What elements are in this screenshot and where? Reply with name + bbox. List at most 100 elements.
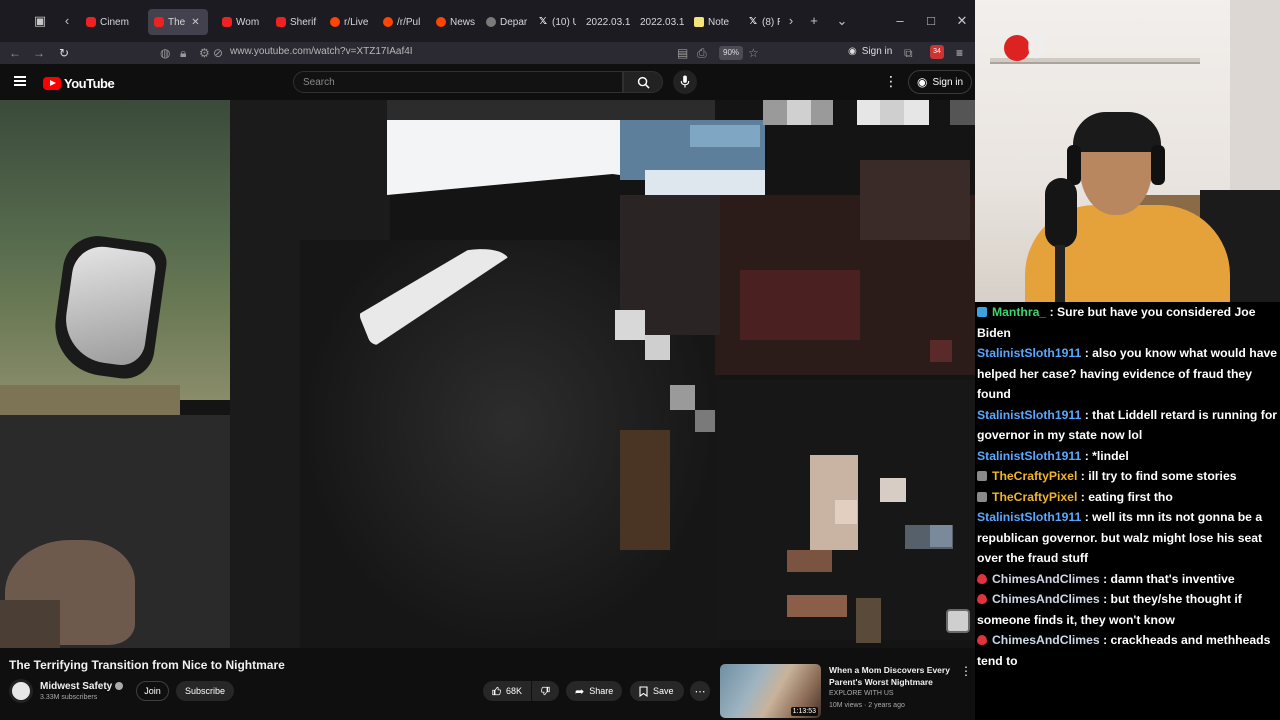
youtube-logo[interactable]: YouTube: [43, 76, 115, 91]
tab-list-icon[interactable]: ⌄: [833, 12, 851, 30]
extension-badge[interactable]: 34: [930, 45, 944, 59]
reader-view-icon[interactable]: ▤: [677, 45, 688, 61]
minimize-icon[interactable]: –: [891, 12, 909, 30]
more-horizontal-icon: ⋯: [694, 685, 706, 698]
lock-icon[interactable]: 🔒︎: [180, 45, 186, 61]
chat-username[interactable]: ChimesAndClimes: [992, 572, 1100, 586]
forward-icon[interactable]: →: [33, 45, 45, 61]
extensions-icon[interactable]: ⧉: [904, 45, 913, 61]
tab-2[interactable]: Wom: [216, 9, 266, 35]
tab-label: Cinem: [100, 16, 129, 28]
channel-avatar[interactable]: [9, 679, 33, 703]
share-icon: ➦: [575, 685, 585, 698]
maximize-icon[interactable]: □: [922, 12, 940, 30]
chat-separator: :: [1099, 592, 1111, 606]
thumbs-down-icon: [541, 686, 550, 696]
chat-panel: Manthra_ : Sure but have you considered …: [975, 302, 1280, 720]
tab-9[interactable]: 2022.03.1: [580, 9, 630, 35]
close-window-icon[interactable]: ✕: [953, 12, 971, 30]
chat-username[interactable]: ChimesAndClimes: [992, 633, 1100, 647]
tab-5[interactable]: /r/Pul: [377, 9, 427, 35]
chat-username[interactable]: StalinistSloth1911: [977, 449, 1081, 463]
x-icon: 𝕏: [538, 16, 548, 27]
youtube-header: YouTube ⋮ ◉ Sign in: [0, 64, 975, 100]
share-button[interactable]: ➦ Share: [566, 681, 622, 701]
tab-10[interactable]: 2022.03.1: [634, 9, 684, 35]
chat-message: ChimesAndClimes : damn that's inventive: [977, 569, 1278, 590]
tab-6[interactable]: News: [430, 9, 476, 35]
save-label: Save: [653, 686, 674, 696]
badge-icon: [977, 471, 987, 481]
permissions-icon[interactable]: ⚙: [199, 45, 210, 61]
chat-username[interactable]: StalinistSloth1911: [977, 346, 1081, 360]
chat-text: ill try to find some stories: [1088, 469, 1237, 483]
chat-username[interactable]: StalinistSloth1911: [977, 510, 1081, 524]
subscribe-button[interactable]: Subscribe: [176, 681, 234, 701]
verified-icon: [115, 682, 124, 691]
channel-watermark-icon[interactable]: [946, 609, 970, 633]
note-icon: [694, 17, 704, 27]
chat-username[interactable]: Manthra_: [992, 305, 1046, 319]
chevron-left-icon[interactable]: ‹: [58, 12, 76, 30]
join-button[interactable]: Join: [136, 681, 169, 701]
menu-icon[interactable]: ≡: [956, 45, 963, 61]
like-button[interactable]: 68K: [483, 681, 531, 701]
youtube-play-icon: [43, 77, 61, 90]
chat-username[interactable]: StalinistSloth1911: [977, 408, 1081, 422]
recommended-thumbnail[interactable]: 1:13:53: [720, 664, 821, 718]
tab-7[interactable]: Depar: [480, 9, 528, 35]
chat-username[interactable]: TheCraftyPixel: [992, 469, 1077, 483]
back-icon[interactable]: ←: [9, 45, 21, 61]
url-bar[interactable]: www.youtube.com/watch?v=XTZ17IAaf4I: [230, 46, 413, 57]
tab-4[interactable]: r/Live: [324, 9, 374, 35]
tab-3[interactable]: Sherif: [270, 9, 320, 35]
recommended-more-icon[interactable]: ⋮: [960, 664, 972, 678]
stream-overlay: 0 Manthra_ : Sure but have you considere…: [975, 0, 1280, 720]
chat-separator: :: [1081, 407, 1093, 422]
chat-username[interactable]: ChimesAndClimes: [992, 592, 1100, 606]
tab-12[interactable]: 𝕏 (8) Re: [742, 9, 780, 35]
reload-icon[interactable]: ↻: [59, 45, 69, 61]
account-signin[interactable]: ◉ Sign in: [848, 46, 892, 57]
zoom-level[interactable]: 90%: [719, 46, 744, 60]
screenshot-icon[interactable]: ⎙: [697, 45, 707, 61]
search-field[interactable]: [293, 71, 623, 93]
thumbs-up-icon: [492, 686, 501, 696]
save-button[interactable]: Save: [630, 681, 684, 701]
tab-11[interactable]: Note: [688, 9, 738, 35]
search-button[interactable]: [623, 71, 663, 93]
shield-icon[interactable]: ◍: [160, 45, 170, 61]
recommended-title[interactable]: When a Mom Discovers Every Parent's Wors…: [829, 664, 959, 688]
chat-text: *lindel: [1092, 448, 1129, 463]
youtube-icon: [86, 17, 96, 27]
chat-username[interactable]: TheCraftyPixel: [992, 490, 1077, 504]
hamburger-menu-icon[interactable]: [14, 76, 26, 86]
search-input[interactable]: [294, 72, 622, 93]
tab-close-icon[interactable]: ✕: [191, 17, 199, 28]
user-circle-icon: ◉: [917, 75, 928, 89]
like-count: 68K: [505, 686, 522, 696]
voice-search-button[interactable]: [673, 70, 697, 94]
chat-separator: :: [1046, 305, 1058, 319]
dislike-button[interactable]: [532, 681, 559, 701]
chevron-right-icon[interactable]: ›: [782, 12, 800, 30]
tab-8[interactable]: 𝕏 (10) U: [532, 9, 576, 35]
more-actions-button[interactable]: ⋯: [690, 681, 710, 701]
chat-separator: :: [1077, 489, 1089, 504]
tracking-icon[interactable]: ⊘: [213, 45, 223, 61]
tab-overview-icon[interactable]: ▣: [31, 12, 49, 30]
chat-separator: :: [1081, 346, 1093, 360]
video-player[interactable]: [0, 100, 975, 648]
youtube-signin-button[interactable]: ◉ Sign in: [908, 70, 973, 94]
recommended-channel[interactable]: EXPLORE WITH US: [829, 690, 894, 697]
new-tab-icon[interactable]: +: [805, 12, 823, 30]
video-frame: [0, 100, 975, 648]
more-options-icon[interactable]: ⋮: [884, 73, 898, 90]
bookmark-star-icon[interactable]: ☆: [748, 45, 759, 61]
tab-label: (10) U: [552, 16, 576, 28]
chat-separator: :: [1081, 510, 1093, 524]
channel-name[interactable]: Midwest Safety: [40, 681, 124, 692]
tab-1[interactable]: The ✕: [148, 9, 208, 35]
tab-0[interactable]: Cinem: [80, 9, 142, 35]
youtube-icon: [154, 17, 164, 27]
